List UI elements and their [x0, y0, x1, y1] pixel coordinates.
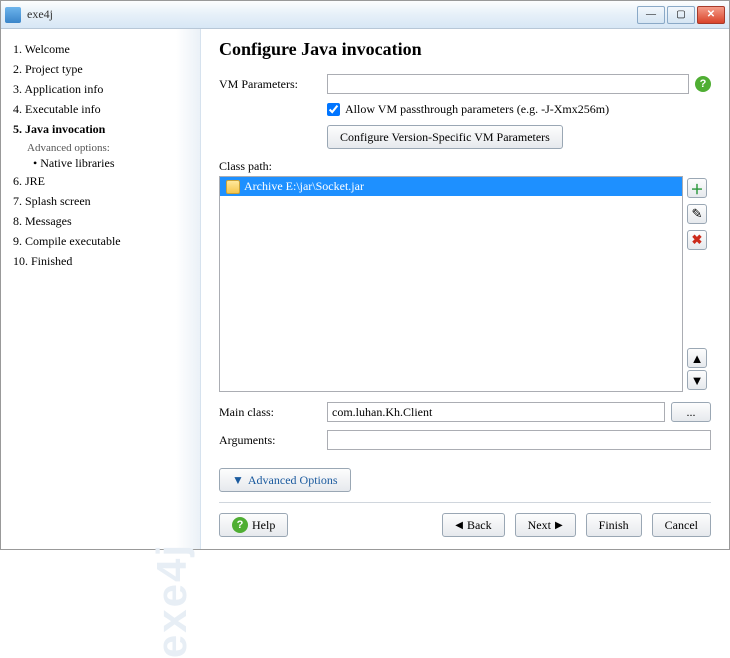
- move-down-button[interactable]: ▼: [687, 370, 707, 390]
- arguments-label: Arguments:: [219, 433, 327, 448]
- minimize-button[interactable]: —: [637, 6, 665, 24]
- classpath-list[interactable]: Archive E:\jar\Socket.jar: [219, 176, 683, 392]
- arguments-input[interactable]: [327, 430, 711, 450]
- step-compile-executable[interactable]: 9. Compile executable: [13, 231, 192, 251]
- help-icon[interactable]: ?: [695, 76, 711, 92]
- classpath-label: Class path:: [219, 159, 711, 174]
- archive-icon: [226, 180, 240, 194]
- vm-params-input[interactable]: [327, 74, 689, 94]
- main-class-label: Main class:: [219, 405, 327, 420]
- advanced-native-libraries[interactable]: • Native libraries: [33, 155, 192, 171]
- page-title: Configure Java invocation: [219, 39, 711, 60]
- vm-params-label: VM Parameters:: [219, 77, 327, 92]
- browse-main-class-button[interactable]: ...: [671, 402, 711, 422]
- back-button[interactable]: ◀ Back: [442, 513, 504, 537]
- help-icon: ?: [232, 517, 248, 533]
- allow-passthrough-checkbox[interactable]: [327, 103, 340, 116]
- maximize-button[interactable]: ▢: [667, 6, 695, 24]
- classpath-item-label: Archive E:\jar\Socket.jar: [244, 179, 364, 194]
- add-classpath-button[interactable]: ＋: [687, 178, 707, 198]
- step-splash-screen[interactable]: 7. Splash screen: [13, 191, 192, 211]
- advanced-options-label: Advanced Options: [248, 473, 338, 488]
- cancel-button[interactable]: Cancel: [652, 513, 711, 537]
- finish-button[interactable]: Finish: [586, 513, 642, 537]
- step-executable-info[interactable]: 4. Executable info: [13, 99, 192, 119]
- separator: [219, 502, 711, 503]
- classpath-item[interactable]: Archive E:\jar\Socket.jar: [220, 177, 682, 196]
- configure-version-specific-button[interactable]: Configure Version-Specific VM Parameters: [327, 125, 563, 149]
- titlebar: exe4j — ▢ ✕: [1, 1, 729, 29]
- window-title: exe4j: [27, 7, 637, 22]
- wizard-sidebar: 1. Welcome 2. Project type 3. Applicatio…: [1, 29, 201, 549]
- back-label: Back: [467, 518, 492, 533]
- remove-classpath-button[interactable]: ✖: [687, 230, 707, 250]
- edit-classpath-button[interactable]: ✎: [687, 204, 707, 224]
- watermark: exe4j: [148, 543, 196, 658]
- step-application-info[interactable]: 3. Application info: [13, 79, 192, 99]
- app-icon: [5, 7, 21, 23]
- help-button[interactable]: ? Help: [219, 513, 288, 537]
- help-label: Help: [252, 518, 275, 533]
- arrow-left-icon: ◀: [455, 520, 463, 531]
- close-button[interactable]: ✕: [697, 6, 725, 24]
- step-finished[interactable]: 10. Finished: [13, 251, 192, 271]
- step-java-invocation[interactable]: 5. Java invocation: [13, 119, 192, 139]
- advanced-heading: Advanced options:: [27, 142, 192, 154]
- next-label: Next: [528, 518, 551, 533]
- advanced-options-button[interactable]: ▼ Advanced Options: [219, 468, 351, 492]
- step-project-type[interactable]: 2. Project type: [13, 59, 192, 79]
- main-class-input[interactable]: [327, 402, 665, 422]
- arrow-right-icon: ▶: [555, 520, 563, 531]
- step-jre[interactable]: 6. JRE: [13, 171, 192, 191]
- step-welcome[interactable]: 1. Welcome: [13, 39, 192, 59]
- step-messages[interactable]: 8. Messages: [13, 211, 192, 231]
- chevron-down-icon: ▼: [232, 473, 244, 488]
- main-panel: Configure Java invocation VM Parameters:…: [201, 29, 729, 549]
- next-button[interactable]: Next ▶: [515, 513, 576, 537]
- allow-passthrough-label[interactable]: Allow VM passthrough parameters (e.g. -J…: [345, 102, 609, 117]
- move-up-button[interactable]: ▲: [687, 348, 707, 368]
